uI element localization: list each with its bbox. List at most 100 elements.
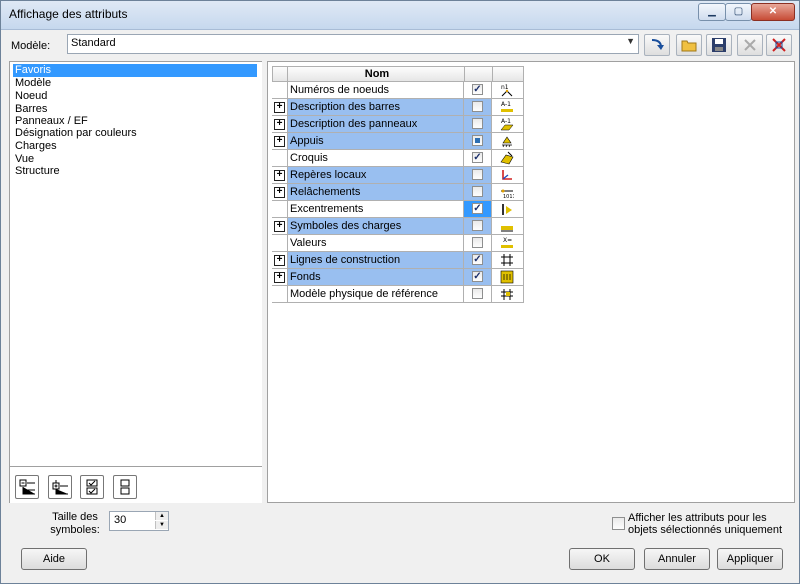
header-separator bbox=[492, 67, 493, 83]
tree-item-structure[interactable]: Structure bbox=[13, 165, 62, 178]
chevron-down-icon: ▼ bbox=[626, 36, 635, 46]
row-checkbox[interactable]: ✓ bbox=[472, 271, 483, 282]
supports-icon bbox=[502, 136, 512, 148]
uncheck-all-button[interactable] bbox=[113, 475, 137, 499]
check-all-button[interactable] bbox=[80, 475, 104, 499]
expand-all-icon bbox=[52, 480, 68, 495]
expand-all-button[interactable] bbox=[48, 475, 72, 499]
check-all-icon bbox=[86, 479, 98, 495]
row-checkbox[interactable]: ✓ bbox=[472, 254, 483, 265]
expand-icon[interactable]: + bbox=[274, 255, 285, 266]
selected-only-label-line2: objets sélectionnés uniquement bbox=[628, 524, 783, 536]
symbol-size-spinner[interactable]: 30 ▲ ▼ bbox=[109, 511, 169, 531]
panel-description-icon: A-1 bbox=[500, 118, 514, 131]
physical-model-icon bbox=[501, 289, 513, 300]
apply-model-button[interactable] bbox=[644, 34, 670, 56]
expand-icon[interactable]: + bbox=[274, 102, 285, 113]
tree-item-favoris[interactable]: Favoris bbox=[13, 64, 257, 77]
maximize-icon: ▢ bbox=[733, 6, 744, 17]
title-bar[interactable]: Affichage des attributs ▁ ▢ ✕ bbox=[1, 1, 799, 30]
header-nom[interactable]: Nom bbox=[288, 67, 466, 82]
header-separator bbox=[464, 67, 465, 83]
grid-row[interactable]: Modèle physique de référence bbox=[272, 286, 524, 303]
expand-icon[interactable]: + bbox=[274, 170, 285, 181]
symbol-size-label-line2: symboles: bbox=[50, 524, 100, 536]
minimize-icon: ▁ bbox=[708, 6, 716, 17]
grid-row[interactable]: Numéros de noeuds ✓ n1 bbox=[272, 82, 524, 99]
expand-icon[interactable]: + bbox=[274, 221, 285, 232]
row-name: Croquis bbox=[287, 150, 464, 166]
tree-item-modele[interactable]: Modèle bbox=[13, 77, 53, 90]
row-name: Appuis bbox=[287, 133, 464, 149]
row-name: Fonds bbox=[287, 269, 464, 285]
grid-row[interactable]: + Relâchements 1011 bbox=[272, 184, 524, 201]
row-checkbox[interactable] bbox=[472, 101, 483, 112]
minimize-button[interactable]: ▁ bbox=[698, 3, 726, 21]
expand-icon[interactable]: + bbox=[274, 119, 285, 130]
dialog-footer: Taille des symboles: 30 ▲ ▼ Afficher les… bbox=[1, 503, 799, 583]
selected-only-checkbox[interactable] bbox=[612, 517, 625, 530]
dialog-window: Affichage des attributs ▁ ▢ ✕ Modèle: St… bbox=[0, 0, 800, 584]
close-button[interactable]: ✕ bbox=[751, 3, 795, 21]
grid-row[interactable]: + Description des panneaux A-1 bbox=[272, 116, 524, 133]
collapse-all-button[interactable] bbox=[15, 475, 39, 499]
symbol-size-label: Taille des symboles: bbox=[45, 511, 105, 537]
tree-actions bbox=[9, 467, 263, 504]
row-checkbox[interactable]: ✓ bbox=[472, 152, 483, 163]
cancel-button[interactable]: Annuler bbox=[644, 548, 710, 570]
row-checkbox[interactable] bbox=[472, 135, 483, 146]
maximize-button[interactable]: ▢ bbox=[725, 3, 752, 21]
row-checkbox[interactable] bbox=[472, 288, 483, 299]
uncheck-all-icon bbox=[120, 479, 130, 495]
delete-red-button[interactable] bbox=[766, 34, 792, 56]
selected-only-label: Afficher les attributs pour les objets s… bbox=[628, 512, 788, 536]
row-checkbox[interactable] bbox=[472, 220, 483, 231]
category-tree[interactable]: Favoris Modèle Noeud Barres Panneaux / E… bbox=[9, 61, 263, 467]
row-name: Repères locaux bbox=[287, 167, 464, 183]
help-button[interactable]: Aide bbox=[21, 548, 87, 570]
symbol-size-value: 30 bbox=[114, 514, 127, 526]
grid-row[interactable]: + Appuis bbox=[272, 133, 524, 150]
grid-row[interactable]: + Fonds ✓ bbox=[272, 269, 524, 286]
load-symbols-icon bbox=[501, 226, 513, 232]
window-title: Affichage des attributs bbox=[9, 7, 128, 21]
model-combo[interactable]: Standard ▼ bbox=[67, 34, 639, 54]
apply-button[interactable]: Appliquer bbox=[717, 548, 783, 570]
open-model-button[interactable] bbox=[676, 34, 702, 56]
row-checkbox[interactable]: ✓ bbox=[472, 203, 483, 214]
grid-row[interactable]: Croquis ✓ bbox=[272, 150, 524, 167]
spin-up-icon[interactable]: ▲ bbox=[155, 512, 168, 520]
grid-row[interactable]: + Description des barres A-1 bbox=[272, 99, 524, 116]
svg-text:A-1: A-1 bbox=[501, 101, 511, 108]
tree-item-noeud[interactable]: Noeud bbox=[13, 90, 49, 103]
collapse-all-icon bbox=[19, 479, 35, 495]
row-name: Valeurs bbox=[287, 235, 464, 251]
expand-icon[interactable]: + bbox=[274, 272, 285, 283]
grid-row[interactable]: + Repères locaux bbox=[272, 167, 524, 184]
ok-button[interactable]: OK bbox=[569, 548, 635, 570]
row-name: Relâchements bbox=[287, 184, 464, 200]
spin-down-icon[interactable]: ▼ bbox=[155, 521, 168, 529]
grid-row[interactable]: Excentrements ✓ bbox=[272, 201, 524, 218]
grid-row[interactable]: Valeurs X= bbox=[272, 235, 524, 252]
grid-row[interactable]: + Symboles des charges bbox=[272, 218, 524, 235]
expand-icon[interactable]: + bbox=[274, 136, 285, 147]
attributes-panel: Nom Numéros de noeuds ✓ n1 + Description… bbox=[267, 61, 795, 503]
model-label: Modèle: bbox=[11, 40, 51, 52]
row-checkbox[interactable] bbox=[472, 169, 483, 180]
releases-icon: 1011 bbox=[501, 189, 514, 199]
save-model-button[interactable] bbox=[706, 34, 732, 56]
row-checkbox[interactable]: ✓ bbox=[472, 84, 483, 95]
tree-item-designation[interactable]: Désignation par couleurs bbox=[13, 127, 139, 140]
row-checkbox[interactable] bbox=[472, 186, 483, 197]
row-checkbox[interactable] bbox=[472, 118, 483, 129]
offsets-icon bbox=[502, 204, 512, 215]
local-axes-icon bbox=[502, 170, 512, 180]
row-checkbox[interactable] bbox=[472, 237, 483, 248]
header-separator bbox=[287, 67, 288, 83]
grid-row[interactable]: + Lignes de construction ✓ bbox=[272, 252, 524, 269]
delete-model-button[interactable] bbox=[737, 34, 763, 56]
tree-item-charges[interactable]: Charges bbox=[13, 140, 59, 153]
row-name: Numéros de noeuds bbox=[287, 82, 464, 98]
expand-icon[interactable]: + bbox=[274, 187, 285, 198]
